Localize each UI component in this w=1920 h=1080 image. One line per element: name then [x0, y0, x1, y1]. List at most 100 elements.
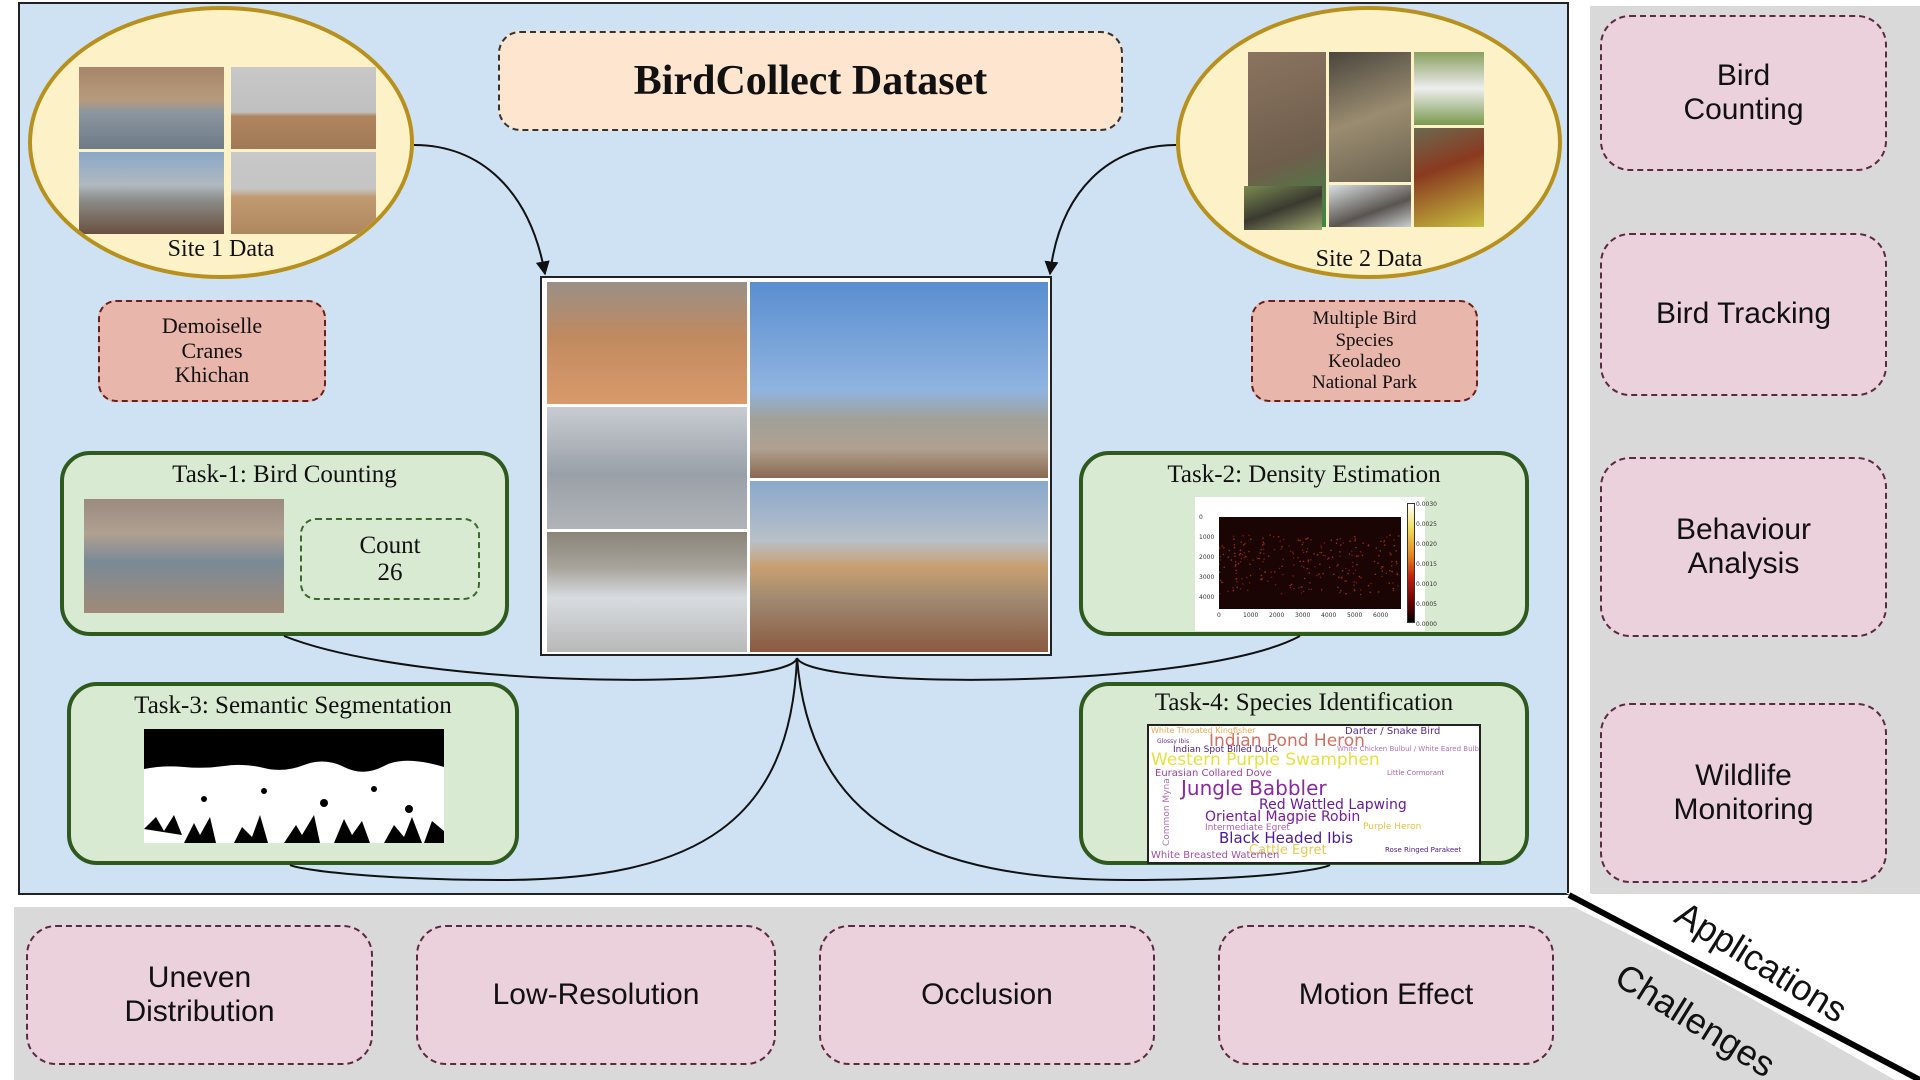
density-point	[1260, 574, 1263, 577]
density-point	[1318, 573, 1320, 575]
density-point	[1310, 559, 1312, 561]
density-point	[1241, 577, 1243, 580]
density-point	[1338, 576, 1340, 579]
density-point	[1218, 592, 1221, 595]
density-point	[1345, 592, 1347, 595]
density-point	[1359, 589, 1362, 591]
density-point	[1379, 550, 1382, 552]
site-1-source-box: Demoiselle Cranes Khichan	[98, 300, 326, 402]
density-point	[1340, 590, 1342, 592]
density-point	[1234, 555, 1236, 557]
task-4-card: Task-4: Species Identification White Thr…	[1079, 682, 1529, 865]
density-point	[1221, 545, 1224, 547]
density-point	[1263, 558, 1265, 560]
density-point	[1340, 577, 1343, 580]
density-point	[1269, 534, 1271, 536]
density-point	[1392, 582, 1394, 584]
density-point	[1332, 573, 1335, 576]
heatmap-x-tick: 6000	[1373, 612, 1389, 619]
collage-photo-dense-flock	[547, 532, 747, 652]
density-point	[1303, 566, 1305, 568]
density-point	[1381, 570, 1384, 572]
density-point	[1223, 566, 1225, 568]
species-wordcloud: White Throated Kingfisher Darter / Snake …	[1147, 724, 1481, 864]
density-point	[1234, 565, 1237, 567]
density-point	[1306, 567, 1309, 570]
density-point	[1249, 563, 1251, 566]
density-point	[1290, 583, 1293, 586]
density-point	[1308, 588, 1310, 591]
density-point	[1242, 544, 1245, 546]
density-point	[1227, 556, 1230, 558]
site1-photo-flying-cranes	[231, 67, 376, 149]
density-point	[1336, 565, 1338, 567]
density-point	[1319, 563, 1321, 565]
density-point	[1293, 587, 1295, 590]
site-1-source-line: Khichan	[174, 362, 250, 388]
density-point	[1383, 544, 1386, 546]
density-point	[1326, 558, 1329, 560]
site2-photo-bird-flight	[1329, 185, 1411, 227]
density-point	[1382, 566, 1384, 568]
density-point	[1320, 547, 1323, 549]
heatmap-x-tick: 3000	[1295, 612, 1311, 619]
application-label: Monitoring	[1673, 793, 1814, 826]
challenge-label: Occlusion	[921, 977, 1053, 1011]
density-point	[1281, 546, 1283, 548]
density-point	[1301, 543, 1304, 546]
application-label: Analysis	[1687, 547, 1800, 580]
wordcloud-word: Purple Heron	[1363, 821, 1422, 832]
density-point	[1377, 562, 1379, 564]
density-point	[1292, 552, 1295, 555]
density-point	[1301, 586, 1303, 588]
heatmap-y-tick: 3000	[1199, 574, 1215, 581]
density-point	[1316, 554, 1319, 556]
task-4-title: Task-4: Species Identification	[1154, 689, 1454, 716]
density-point	[1393, 539, 1395, 541]
density-point	[1219, 579, 1222, 582]
density-point	[1234, 561, 1237, 563]
density-point	[1355, 582, 1358, 584]
density-point	[1242, 583, 1244, 585]
density-point	[1218, 571, 1221, 573]
site-2-label: Site 2 Data	[1315, 246, 1423, 272]
site2-photo-lapwing	[1414, 128, 1484, 227]
site2-photo-common-myna	[1244, 186, 1322, 230]
density-point	[1313, 553, 1315, 555]
density-point	[1380, 540, 1382, 543]
density-point	[1258, 557, 1260, 560]
density-point	[1292, 557, 1295, 559]
task-2-title: Task-2: Density Estimation	[1167, 461, 1441, 488]
density-point	[1367, 584, 1370, 587]
application-label: Behaviour	[1675, 512, 1812, 546]
density-point	[1219, 555, 1222, 558]
density-point	[1336, 538, 1339, 541]
density-point	[1383, 541, 1385, 543]
density-point	[1309, 582, 1311, 584]
density-point	[1389, 534, 1391, 536]
density-point	[1335, 542, 1338, 544]
task-3-card: Task-3: Semantic Segmentation	[67, 682, 519, 865]
density-point	[1385, 536, 1388, 538]
density-point	[1328, 557, 1330, 559]
wordcloud-word: Western Purple Swamphen	[1151, 750, 1380, 771]
challenge-occlusion: Occlusion	[819, 925, 1155, 1065]
density-point	[1330, 549, 1332, 552]
density-point	[1243, 552, 1245, 554]
density-point	[1356, 563, 1358, 566]
heatmap-dots	[1218, 534, 1400, 596]
density-point	[1373, 560, 1376, 563]
density-point	[1228, 549, 1230, 552]
heatmap-y-tick: 4000	[1199, 594, 1215, 601]
density-point	[1314, 565, 1316, 568]
density-point	[1289, 584, 1292, 587]
density-point	[1377, 591, 1380, 593]
density-point	[1369, 591, 1372, 593]
density-point	[1300, 592, 1303, 594]
density-point	[1353, 584, 1355, 586]
density-point	[1233, 546, 1236, 549]
density-point	[1319, 551, 1321, 554]
density-point	[1395, 550, 1397, 552]
density-point	[1338, 591, 1341, 594]
density-point	[1316, 574, 1318, 577]
